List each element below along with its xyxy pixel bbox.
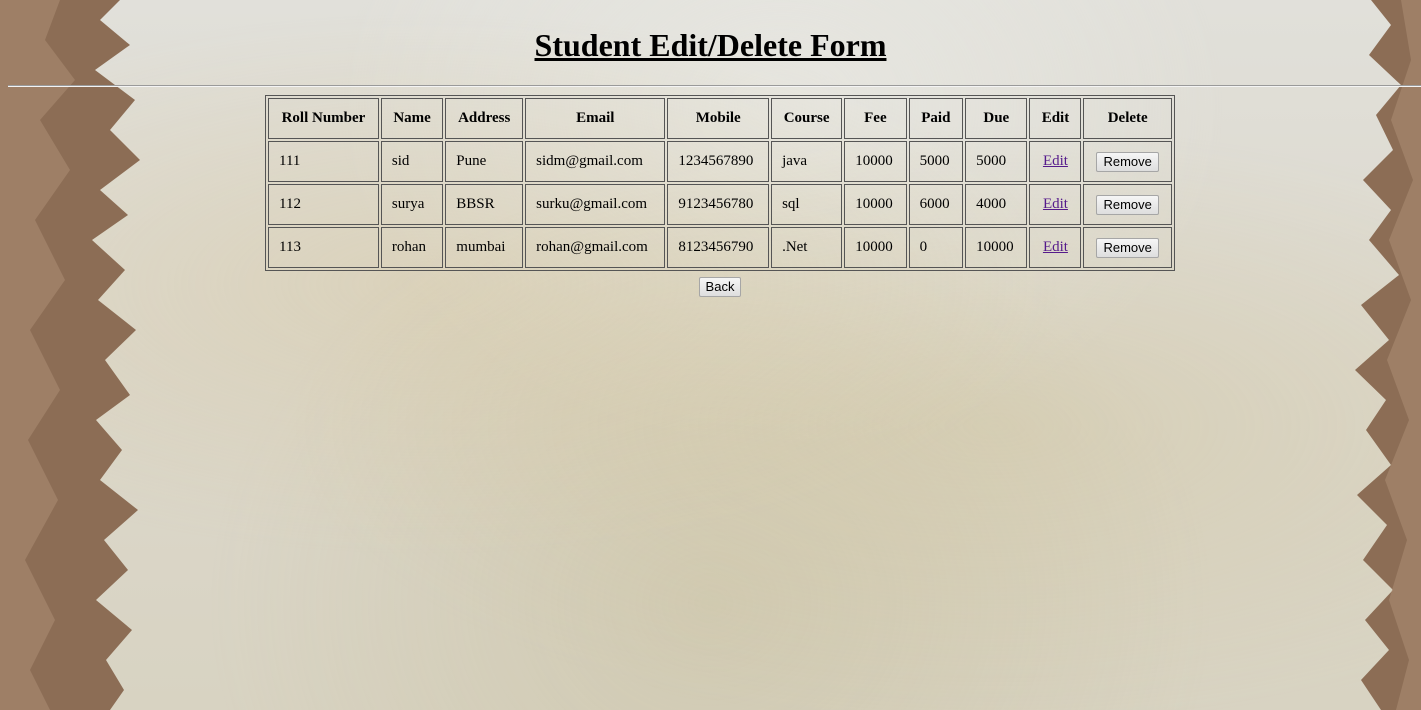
title-divider (8, 85, 1421, 87)
table-row: 113 rohan mumbai rohan@gmail.com 8123456… (268, 227, 1172, 268)
header-email: Email (525, 98, 666, 139)
cell-edit: Edit (1029, 184, 1082, 225)
header-paid: Paid (908, 98, 964, 139)
cell-delete: Remove (1083, 184, 1172, 225)
cell-due: 4000 (965, 184, 1028, 225)
remove-button[interactable]: Remove (1096, 151, 1159, 172)
cell-course: java (771, 141, 843, 182)
cell-delete: Remove (1083, 227, 1172, 268)
table-row: 112 surya BBSR surku@gmail.com 912345678… (268, 184, 1172, 225)
cell-roll-number: 111 (268, 141, 379, 182)
cell-name: sid (380, 141, 444, 182)
cell-due: 10000 (965, 227, 1028, 268)
remove-button[interactable]: Remove (1096, 237, 1159, 258)
cell-delete: Remove (1083, 141, 1172, 182)
cell-name: rohan (380, 227, 444, 268)
cell-fee: 10000 (844, 141, 907, 182)
cell-fee: 10000 (844, 227, 907, 268)
header-edit: Edit (1029, 98, 1082, 139)
header-mobile: Mobile (667, 98, 770, 139)
cell-mobile: 9123456780 (667, 184, 770, 225)
page-title: Student Edit/Delete Form (534, 27, 887, 63)
table-header-row: Roll Number Name Address Email Mobile Co… (268, 98, 1172, 139)
cell-edit: Edit (1029, 227, 1082, 268)
edit-link[interactable]: Edit (1043, 239, 1068, 255)
cell-email: sidm@gmail.com (525, 141, 666, 182)
cell-paid: 6000 (908, 184, 964, 225)
cell-address: Pune (445, 141, 524, 182)
cell-address: BBSR (445, 184, 524, 225)
cell-mobile: 8123456790 (667, 227, 770, 268)
header-course: Course (771, 98, 843, 139)
remove-button[interactable]: Remove (1096, 194, 1159, 215)
header-fee: Fee (844, 98, 907, 139)
cell-mobile: 1234567890 (667, 141, 770, 182)
cell-email: rohan@gmail.com (525, 227, 666, 268)
header-delete: Delete (1083, 98, 1172, 139)
cell-roll-number: 113 (268, 227, 379, 268)
cell-course: sql (771, 184, 843, 225)
cell-roll-number: 112 (268, 184, 379, 225)
cell-name: surya (380, 184, 444, 225)
students-table: Roll Number Name Address Email Mobile Co… (265, 95, 1175, 271)
back-button-container: Back (0, 277, 1421, 297)
back-button[interactable]: Back (698, 277, 742, 297)
header-roll-number: Roll Number (268, 98, 379, 139)
cell-course: .Net (771, 227, 843, 268)
cell-fee: 10000 (844, 184, 907, 225)
edit-link[interactable]: Edit (1043, 153, 1068, 169)
cell-address: mumbai (445, 227, 524, 268)
torn-paper-left-edge (0, 0, 140, 710)
header-address: Address (445, 98, 524, 139)
header-name: Name (380, 98, 444, 139)
cell-due: 5000 (965, 141, 1028, 182)
cell-email: surku@gmail.com (525, 184, 666, 225)
torn-paper-right-edge (1355, 0, 1421, 710)
edit-link[interactable]: Edit (1043, 196, 1068, 212)
students-table-container: Roll Number Name Address Email Mobile Co… (265, 95, 1175, 271)
cell-paid: 5000 (908, 141, 964, 182)
header-due: Due (965, 98, 1028, 139)
table-row: 111 sid Pune sidm@gmail.com 1234567890 j… (268, 141, 1172, 182)
cell-edit: Edit (1029, 141, 1082, 182)
cell-paid: 0 (908, 227, 964, 268)
